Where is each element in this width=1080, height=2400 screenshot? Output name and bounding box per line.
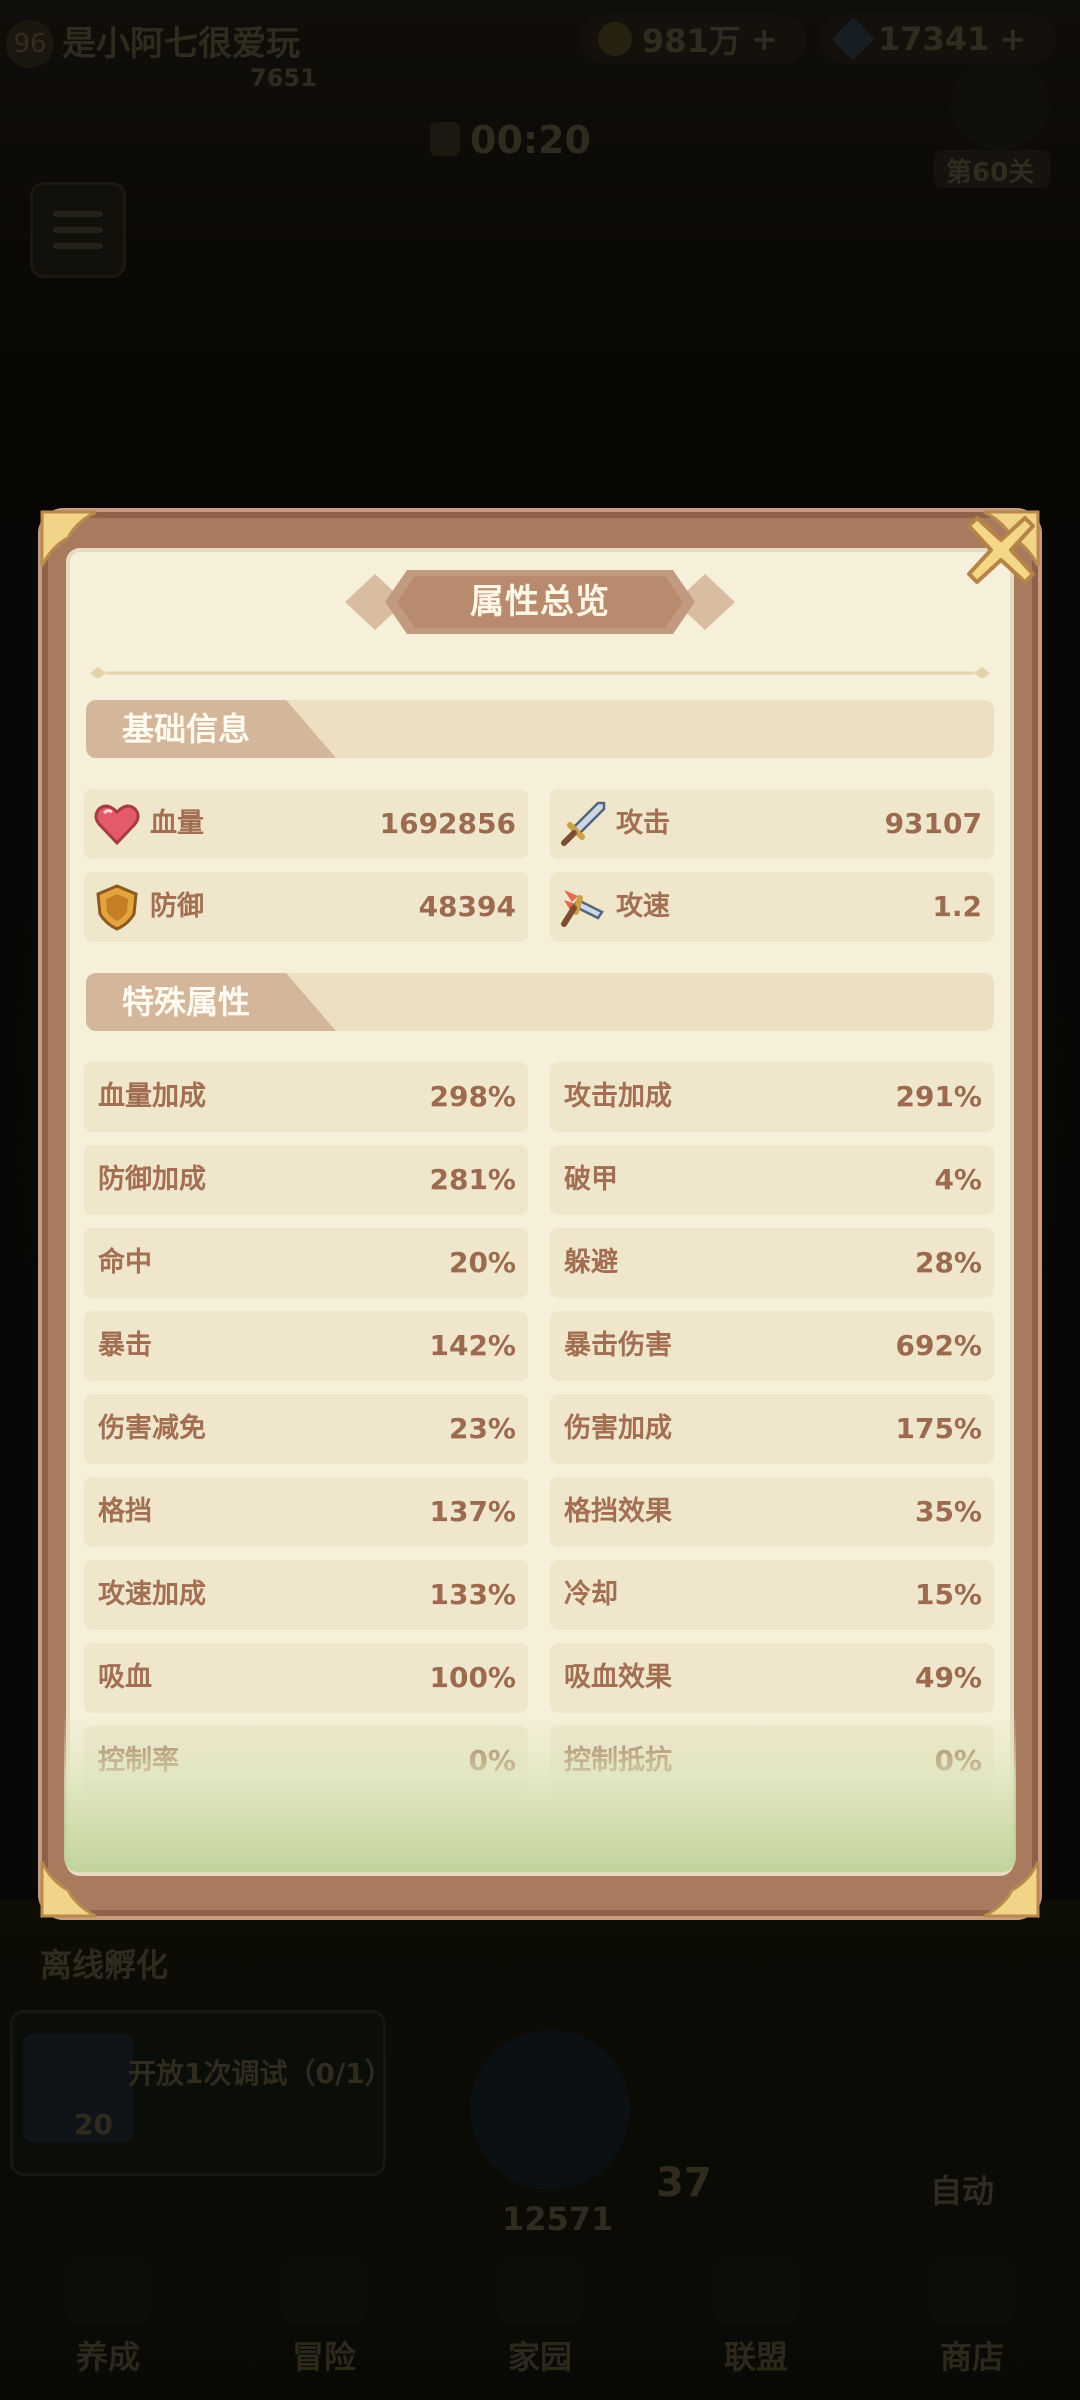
stat-label: 防御 bbox=[150, 891, 204, 922]
stat-label: 血量加成 bbox=[98, 1081, 206, 1112]
stat-value: 15% bbox=[914, 1578, 982, 1611]
close-x-icon[interactable] bbox=[963, 512, 1039, 588]
stat-value: 48394 bbox=[418, 890, 516, 923]
stat-value: 100% bbox=[429, 1661, 516, 1694]
stat-label: 攻速加成 bbox=[98, 1579, 206, 1610]
stat-row: 冷却 15% bbox=[550, 1560, 994, 1630]
basic-info-header: 基础信息 bbox=[86, 700, 994, 758]
stat-label: 伤害加成 bbox=[564, 1413, 672, 1444]
stat-value: 142% bbox=[429, 1329, 516, 1362]
stat-value: 1.2 bbox=[932, 890, 982, 923]
stat-label: 吸血效果 bbox=[564, 1662, 672, 1693]
stat-row: 吸血 100% bbox=[84, 1643, 528, 1713]
stat-row: 暴击 142% bbox=[84, 1311, 528, 1381]
stat-label: 攻击加成 bbox=[564, 1081, 672, 1112]
stat-row: 吸血效果 49% bbox=[550, 1643, 994, 1713]
heart-icon bbox=[94, 804, 140, 846]
stat-row: 伤害加成 175% bbox=[550, 1394, 994, 1464]
stat-label: 防御加成 bbox=[98, 1164, 206, 1195]
section-title: 基础信息 bbox=[122, 710, 251, 748]
stat-row-attack-speed: 攻速 1.2 bbox=[550, 872, 994, 942]
stat-value: 28% bbox=[914, 1246, 982, 1279]
stat-value: 291% bbox=[895, 1080, 982, 1113]
stat-value: 23% bbox=[448, 1412, 516, 1445]
stat-label: 冷却 bbox=[564, 1579, 618, 1610]
stat-row: 暴击伤害 692% bbox=[550, 1311, 994, 1381]
stat-value: 1692856 bbox=[379, 807, 516, 840]
stat-label: 躲避 bbox=[564, 1247, 618, 1278]
dialog-title-banner: 属性总览 bbox=[345, 566, 735, 638]
stat-row: 躲避 28% bbox=[550, 1228, 994, 1298]
stat-value: 93107 bbox=[884, 807, 982, 840]
stat-row: 攻速加成 133% bbox=[84, 1560, 528, 1630]
stat-value: 4% bbox=[934, 1163, 982, 1196]
section-title: 特殊属性 bbox=[122, 983, 251, 1021]
stat-value: 20% bbox=[448, 1246, 516, 1279]
stat-label: 格挡 bbox=[98, 1496, 152, 1527]
stat-label: 血量 bbox=[150, 808, 204, 839]
stat-label: 吸血 bbox=[98, 1662, 152, 1693]
stat-row: 破甲 4% bbox=[550, 1145, 994, 1215]
stat-value: 298% bbox=[429, 1080, 516, 1113]
stat-value: 137% bbox=[429, 1495, 516, 1528]
stat-row-hp: 血量 1692856 bbox=[84, 789, 528, 859]
stat-row: 攻击加成 291% bbox=[550, 1062, 994, 1132]
stat-row-defense: 防御 48394 bbox=[84, 872, 528, 942]
scenery-overlay bbox=[64, 1712, 1016, 1872]
stat-value: 133% bbox=[429, 1578, 516, 1611]
stat-label: 暴击 bbox=[98, 1330, 152, 1361]
stat-label: 伤害减免 bbox=[98, 1413, 206, 1444]
sword-icon bbox=[561, 801, 606, 846]
stat-row: 防御加成 281% bbox=[84, 1145, 528, 1215]
stat-label: 破甲 bbox=[564, 1164, 618, 1195]
stat-label: 格挡效果 bbox=[564, 1496, 672, 1527]
stat-value: 281% bbox=[429, 1163, 516, 1196]
stat-row: 格挡效果 35% bbox=[550, 1477, 994, 1547]
stat-label: 攻速 bbox=[616, 891, 670, 922]
stat-row: 命中 20% bbox=[84, 1228, 528, 1298]
stat-value: 175% bbox=[895, 1412, 982, 1445]
stat-value: 692% bbox=[895, 1329, 982, 1362]
stat-row-attack: 攻击 93107 bbox=[550, 789, 994, 859]
stat-row: 伤害减免 23% bbox=[84, 1394, 528, 1464]
stat-row: 格挡 137% bbox=[84, 1477, 528, 1547]
stat-label: 攻击 bbox=[616, 808, 670, 839]
stat-value: 49% bbox=[914, 1661, 982, 1694]
stat-label: 暴击伤害 bbox=[564, 1330, 672, 1361]
stat-label: 命中 bbox=[98, 1247, 152, 1278]
special-attributes-header: 特殊属性 bbox=[86, 973, 994, 1031]
speed-sword-icon bbox=[561, 890, 604, 927]
divider-line bbox=[90, 667, 990, 679]
stat-value: 35% bbox=[914, 1495, 982, 1528]
dialog-title: 属性总览 bbox=[470, 582, 610, 622]
shield-icon bbox=[96, 884, 138, 931]
stat-row: 血量加成 298% bbox=[84, 1062, 528, 1132]
